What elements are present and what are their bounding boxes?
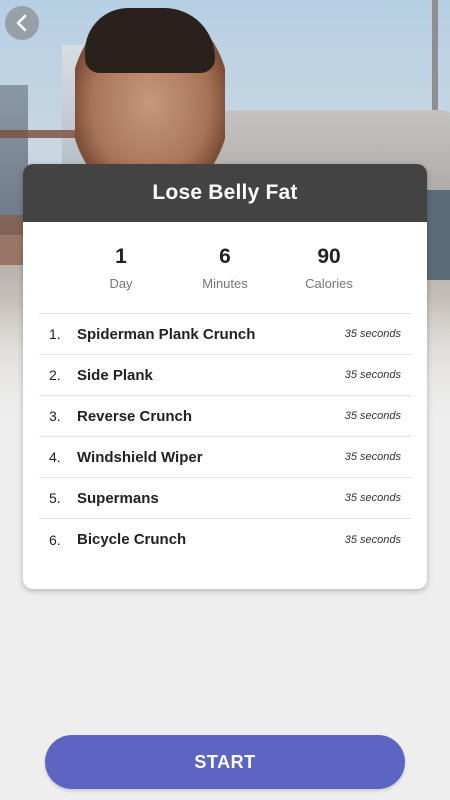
workout-stats: 1 Day 6 Minutes 90 Calories — [39, 222, 411, 314]
start-button-label: START — [194, 751, 256, 772]
exercise-name: Windshield Wiper — [77, 448, 203, 466]
exercise-number: 3. — [49, 408, 61, 424]
start-button[interactable]: START — [45, 735, 405, 789]
exercise-name: Bicycle Crunch — [77, 531, 187, 548]
exercise-row[interactable]: 1. Spiderman Plank Crunch 35 seconds — [39, 314, 411, 355]
exercise-duration: 35 seconds — [344, 369, 401, 381]
exercise-number: 2. — [49, 367, 61, 383]
back-button[interactable] — [5, 6, 39, 40]
exercise-row[interactable]: 3. Reverse Crunch 35 seconds — [39, 396, 411, 437]
stat-label: Minutes — [202, 276, 248, 291]
exercise-name: Side Plank — [77, 366, 153, 384]
exercise-name: Reverse Crunch — [77, 407, 193, 425]
stat-calories: 90 Calories — [284, 244, 374, 313]
exercise-number: 5. — [49, 490, 61, 506]
exercise-duration: 35 seconds — [344, 451, 401, 463]
exercise-name: Spiderman Plank Crunch — [77, 325, 256, 343]
exercise-row[interactable]: 5. Supermans 35 seconds — [39, 478, 411, 519]
exercise-row[interactable]: 4. Windshield Wiper 35 seconds — [39, 437, 411, 478]
exercise-duration: 35 seconds — [344, 492, 401, 504]
card-header: Lose Belly Fat — [23, 164, 427, 222]
exercise-duration: 35 seconds — [344, 328, 401, 340]
exercise-row[interactable]: 2. Side Plank 35 seconds — [39, 355, 411, 396]
workout-card: Lose Belly Fat 1 Day 6 Minutes 90 Calori… — [23, 164, 427, 589]
stat-day: 1 Day — [76, 244, 166, 313]
stat-minutes: 6 Minutes — [180, 244, 270, 313]
stat-label: Calories — [305, 276, 353, 291]
exercise-name: Supermans — [77, 489, 159, 507]
exercise-number: 4. — [49, 449, 61, 465]
stat-value: 1 — [115, 245, 127, 268]
chevron-left-icon — [16, 14, 27, 32]
workout-title: Lose Belly Fat — [152, 181, 298, 204]
exercise-number: 6. — [49, 531, 61, 548]
athlete-hair — [85, 8, 215, 73]
stat-value: 6 — [219, 245, 231, 268]
exercise-duration: 35 seconds — [344, 410, 401, 422]
exercise-duration: 35 seconds — [344, 533, 401, 546]
stat-label: Day — [109, 276, 133, 291]
stat-value: 90 — [317, 245, 341, 268]
exercise-row[interactable]: 6. Bicycle Crunch 35 seconds — [39, 519, 411, 560]
exercise-list: 1. Spiderman Plank Crunch 35 seconds 2. … — [39, 314, 411, 560]
exercise-number: 1. — [49, 326, 61, 342]
